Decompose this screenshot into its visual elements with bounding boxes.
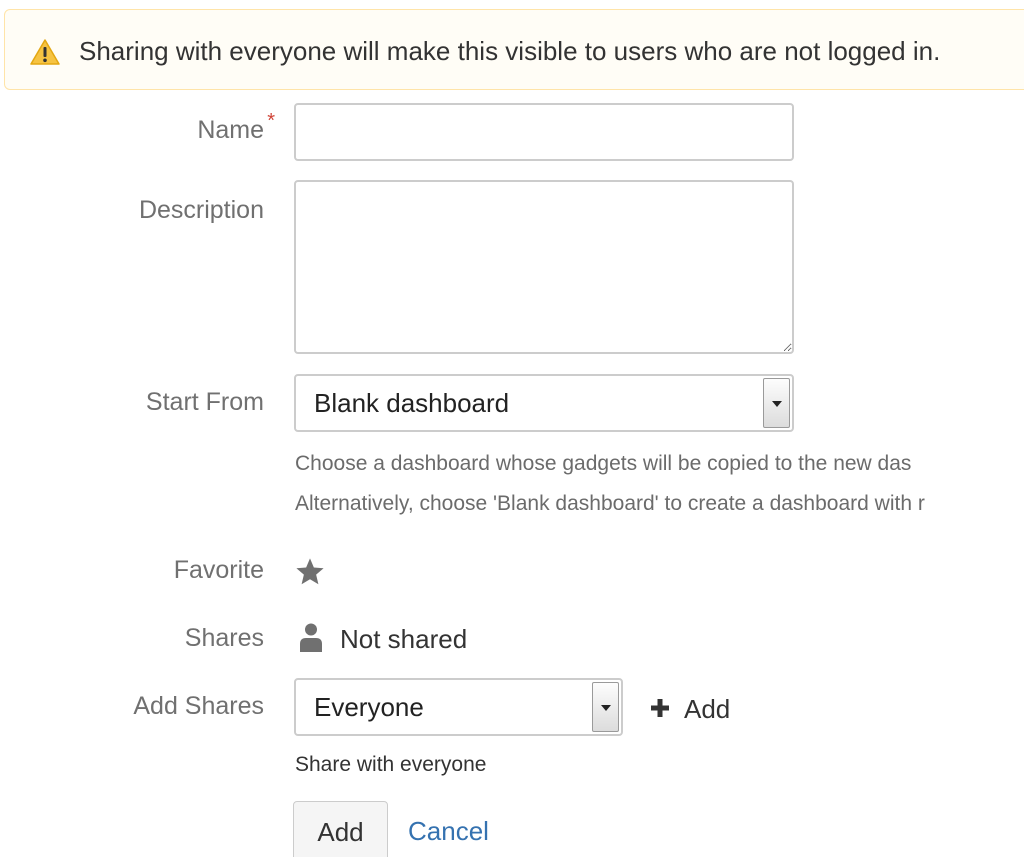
plus-icon bbox=[651, 699, 669, 717]
shares-value: Not shared bbox=[340, 624, 468, 654]
start-from-help-line-2: Alternatively, choose 'Blank dashboard' … bbox=[295, 492, 925, 515]
description-label: Description bbox=[138, 196, 264, 224]
start-from-selected: Blank dashboard bbox=[314, 388, 510, 418]
start-from-help-line-1: Choose a dashboard whose gadgets will be… bbox=[295, 452, 912, 475]
chevron-down-icon[interactable] bbox=[592, 682, 619, 732]
required-mark: * bbox=[267, 110, 275, 132]
start-from-select[interactable]: Blank dashboard bbox=[294, 374, 794, 432]
warning-text: Sharing with everyone will make this vis… bbox=[79, 36, 941, 66]
shares-label: Shares bbox=[184, 624, 264, 652]
chevron-down-icon[interactable] bbox=[763, 378, 790, 428]
cancel-link[interactable]: Cancel bbox=[408, 816, 489, 847]
favorite-label: Favorite bbox=[173, 556, 264, 584]
star-icon[interactable] bbox=[293, 556, 327, 588]
add-share-link-text: Add bbox=[684, 694, 731, 724]
add-shares-label: Add Shares bbox=[133, 692, 264, 720]
add-shares-help: Share with everyone bbox=[295, 753, 487, 776]
start-from-label: Start From bbox=[145, 388, 264, 416]
name-label: Name * bbox=[197, 110, 275, 145]
warning-message: Sharing with everyone will make this vis… bbox=[4, 9, 1024, 90]
add-button[interactable]: Add bbox=[293, 801, 388, 857]
name-input[interactable] bbox=[294, 103, 794, 161]
description-textarea[interactable] bbox=[294, 180, 794, 354]
create-dashboard-form: Sharing with everyone will make this vis… bbox=[0, 0, 1024, 857]
warning-icon bbox=[30, 39, 60, 65]
add-shares-selected: Everyone bbox=[314, 692, 424, 722]
add-shares-select[interactable]: Everyone bbox=[294, 678, 623, 736]
name-label-text: Name bbox=[197, 116, 264, 144]
user-icon bbox=[300, 623, 322, 652]
